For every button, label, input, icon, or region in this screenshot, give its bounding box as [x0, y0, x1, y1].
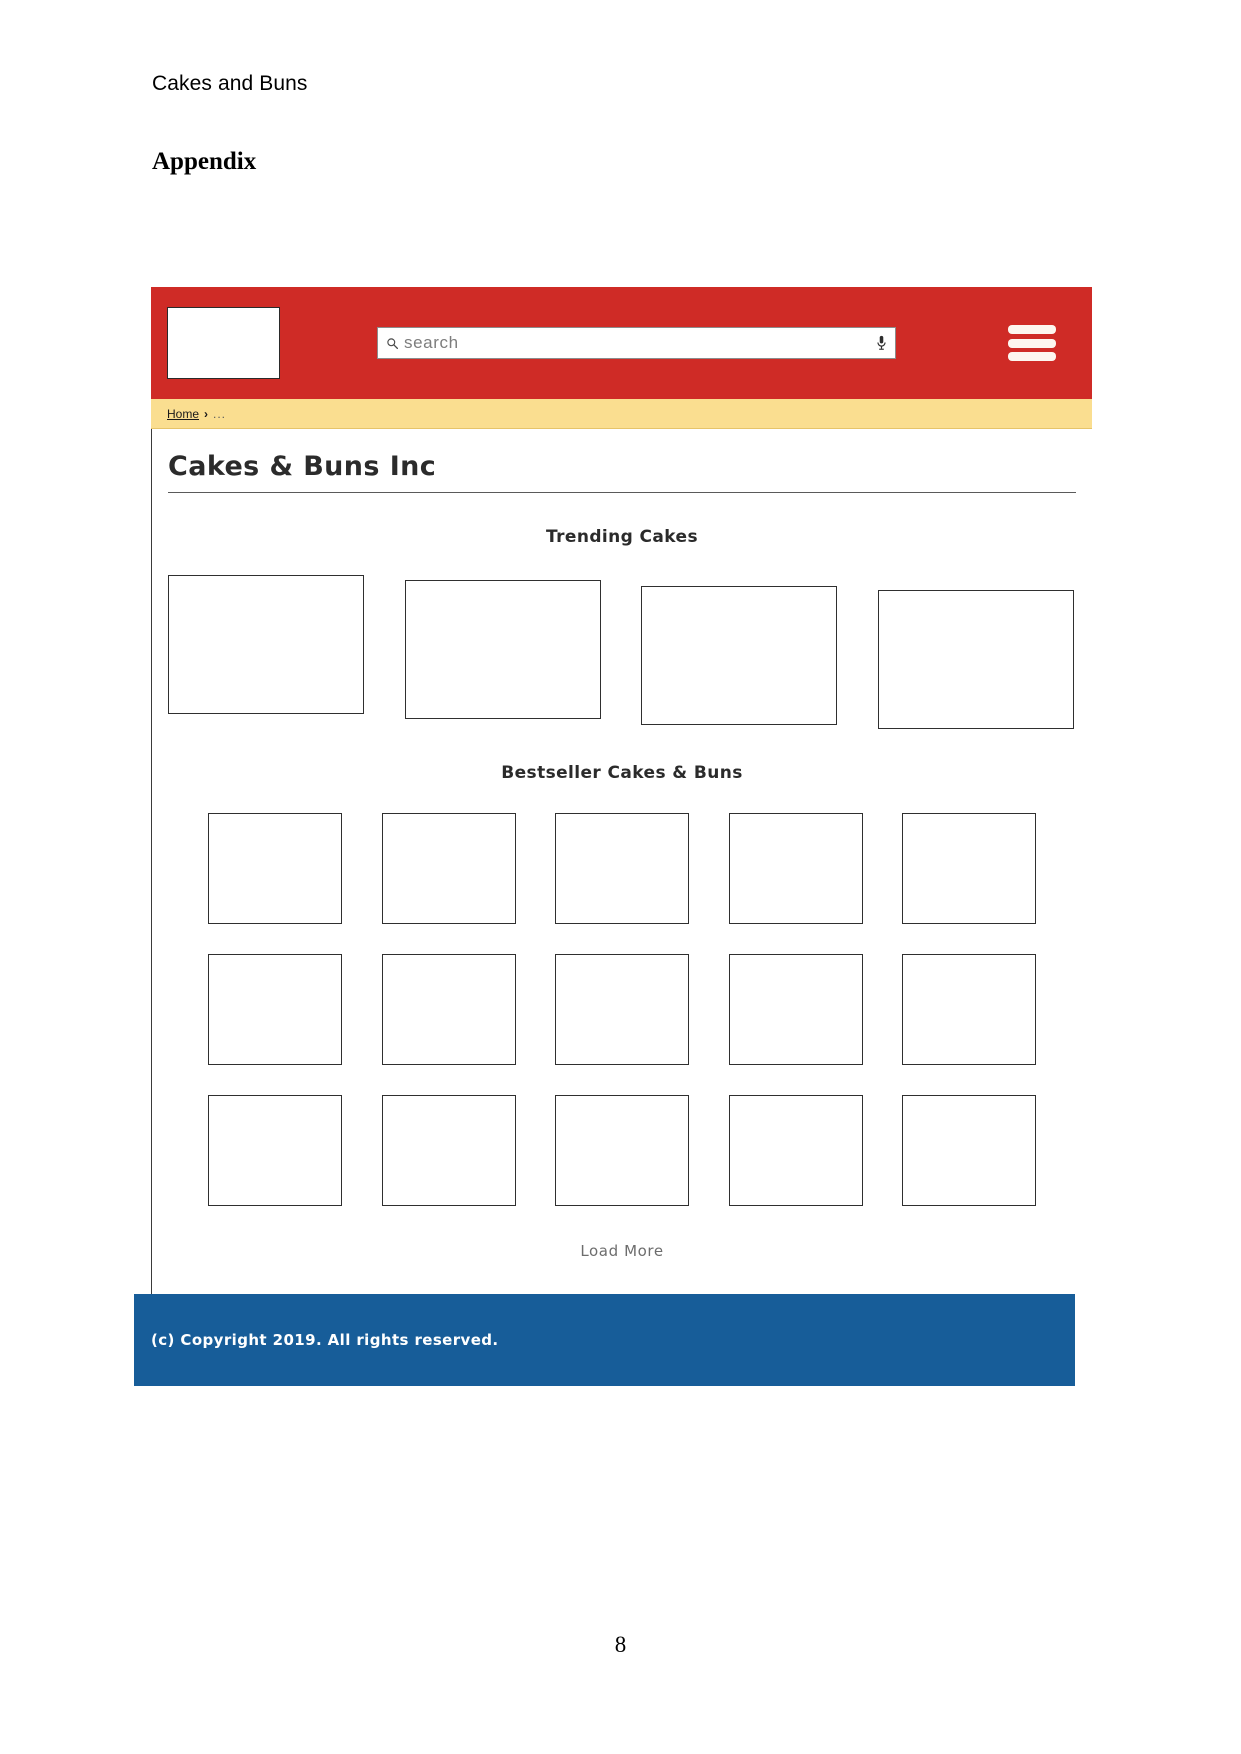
bestseller-row: [208, 1095, 1036, 1206]
trending-card[interactable]: [641, 586, 838, 725]
trending-card[interactable]: [168, 575, 364, 714]
breadcrumb-ellipsis: ...: [213, 406, 227, 421]
bestseller-card[interactable]: [728, 1095, 863, 1206]
section-heading-trending: Trending Cakes: [546, 527, 698, 547]
hamburger-bar-2: [1008, 338, 1056, 348]
bestseller-card[interactable]: [555, 1095, 689, 1206]
bestseller-card[interactable]: [381, 1095, 516, 1206]
bestseller-card[interactable]: [381, 954, 516, 1065]
section-heading-bestseller: Bestseller Cakes & Buns: [501, 763, 743, 783]
website-mockup: Home › ... Cakes & Buns Inc Trending Cak…: [134, 287, 1092, 1386]
appendix-heading: Appendix: [152, 148, 257, 175]
bestseller-grid: [168, 813, 1076, 1206]
copyright-text: (c) Copyright 2019. All rights reserved.: [151, 1331, 499, 1349]
page-title: Cakes & Buns Inc: [168, 429, 1076, 493]
load-more-button[interactable]: Load More: [168, 1242, 1076, 1260]
bestseller-card[interactable]: [728, 813, 863, 924]
top-navbar: [151, 287, 1092, 399]
hamburger-bar-1: [1008, 325, 1056, 334]
trending-card[interactable]: [404, 580, 601, 719]
logo-placeholder[interactable]: [167, 307, 280, 379]
bestseller-card[interactable]: [902, 1095, 1036, 1206]
footer: (c) Copyright 2019. All rights reserved.: [134, 1294, 1075, 1386]
bestseller-card[interactable]: [902, 954, 1036, 1065]
search-icon: [387, 337, 399, 349]
hamburger-menu-icon[interactable]: [1008, 325, 1056, 361]
bestseller-card[interactable]: [208, 954, 342, 1065]
bestseller-card[interactable]: [555, 954, 689, 1065]
bestseller-card[interactable]: [902, 813, 1036, 924]
bestseller-row: [208, 954, 1036, 1065]
bestseller-card[interactable]: [381, 813, 516, 924]
bestseller-card[interactable]: [208, 1095, 342, 1206]
content-panel: Cakes & Buns Inc Trending Cakes Bestsell…: [151, 429, 1092, 1294]
microphone-icon[interactable]: [876, 335, 887, 351]
hamburger-bar-3: [1008, 352, 1056, 361]
trending-card[interactable]: [877, 590, 1074, 729]
breadcrumb: Home › ...: [151, 399, 1092, 429]
search-input[interactable]: [399, 333, 876, 353]
trending-cakes-grid: [168, 575, 1076, 729]
search-bar[interactable]: [377, 327, 896, 359]
breadcrumb-item-home[interactable]: Home: [167, 407, 199, 421]
bestseller-card[interactable]: [555, 813, 689, 924]
page-number: 8: [614, 1632, 627, 1657]
bestseller-row: [208, 813, 1036, 924]
chevron-right-icon: ›: [204, 406, 209, 421]
bestseller-card[interactable]: [208, 813, 342, 924]
document-running-head: Cakes and Buns: [152, 72, 308, 95]
bestseller-card[interactable]: [728, 954, 863, 1065]
